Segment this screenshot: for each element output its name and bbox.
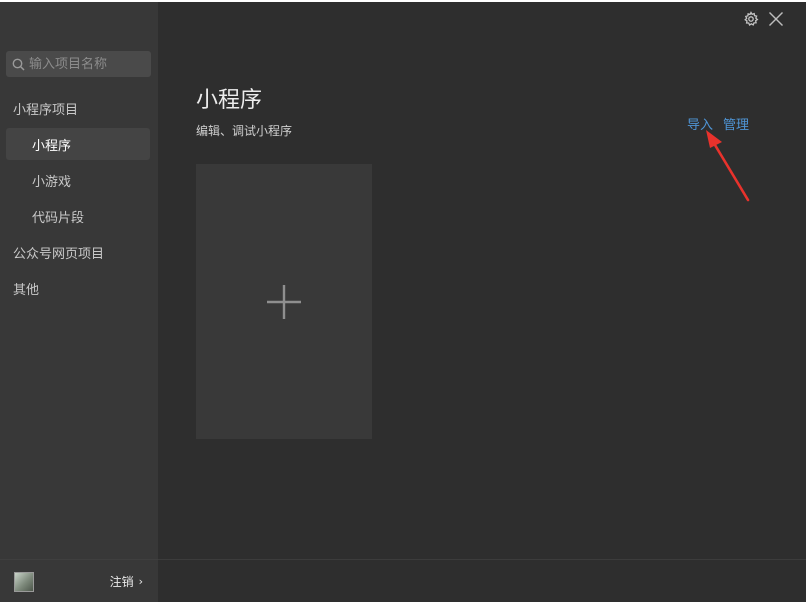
sidebar-item-label: 小程序	[32, 138, 72, 154]
manage-link[interactable]: 管理	[723, 114, 749, 133]
avatar[interactable]	[14, 572, 34, 592]
search-input[interactable]	[29, 56, 144, 72]
main-footer	[158, 559, 806, 602]
sidebar-item-miniprogram[interactable]: 小程序	[6, 128, 150, 160]
import-link[interactable]: 导入	[687, 114, 713, 133]
search-box[interactable]	[6, 51, 151, 77]
sidebar-group-miniprogram-projects[interactable]: 小程序项目	[13, 98, 78, 118]
new-project-card[interactable]	[196, 164, 372, 439]
sidebar-item-label: 小游戏	[32, 174, 72, 190]
page-title: 小程序	[196, 88, 263, 113]
app-window: 小程序项目 小程序 小游戏 代码片段 公众号网页项目 其他 注销 ›	[0, 2, 806, 602]
logout-button[interactable]: 注销 ›	[110, 573, 143, 590]
search-icon	[12, 58, 25, 71]
close-icon[interactable]	[768, 11, 784, 27]
page-subtitle: 编辑、调试小程序	[196, 124, 293, 138]
plus-icon	[267, 285, 301, 319]
header-actions: 导入 管理	[687, 114, 759, 133]
sidebar-group-label: 其他	[13, 282, 40, 298]
sidebar-group-other[interactable]: 其他	[13, 278, 39, 298]
sidebar-item-minigame[interactable]: 小游戏	[32, 170, 71, 190]
chevron-right-icon: ›	[138, 575, 143, 588]
sidebar-group-label: 公众号网页项目	[13, 246, 105, 262]
red-arrow-annotation	[706, 130, 750, 202]
sidebar-footer: 注销 ›	[0, 559, 158, 602]
sidebar-item-label: 代码片段	[32, 210, 85, 226]
sidebar-group-official-account-web[interactable]: 公众号网页项目	[13, 242, 104, 262]
sidebar: 小程序项目 小程序 小游戏 代码片段 公众号网页项目 其他 注销 ›	[0, 2, 158, 602]
logout-label: 注销	[109, 575, 134, 589]
window-controls	[743, 11, 784, 27]
sidebar-item-code-snippets[interactable]: 代码片段	[32, 206, 84, 226]
sidebar-group-label: 小程序项目	[13, 102, 79, 118]
gear-icon[interactable]	[743, 11, 759, 27]
